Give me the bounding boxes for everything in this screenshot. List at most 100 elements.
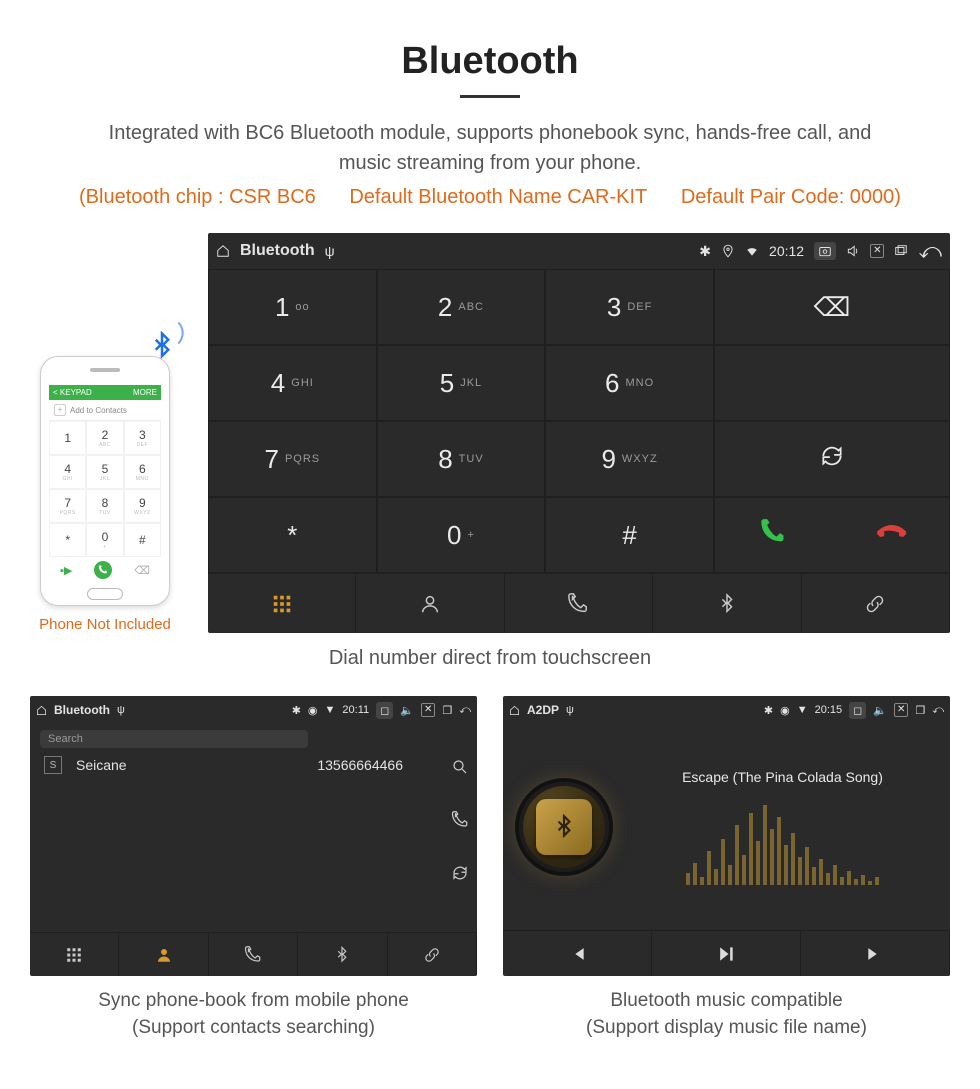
tab-keypad[interactable]: [30, 933, 119, 976]
recent-icon[interactable]: [894, 244, 908, 258]
back-icon[interactable]: ⤺: [918, 238, 942, 264]
volume-icon[interactable]: 🔈: [400, 704, 414, 717]
backspace-icon: ⌫: [134, 564, 150, 577]
contacts-caption-2: (Support contacts searching): [132, 1017, 375, 1038]
spec-name: Default Bluetooth Name CAR-KIT: [349, 186, 647, 208]
volume-icon[interactable]: [846, 244, 860, 258]
title-underline: [460, 95, 520, 98]
tab-pair[interactable]: [388, 933, 477, 976]
phone-key: 1: [49, 421, 86, 455]
album-bt-icon: [536, 799, 592, 855]
back-icon[interactable]: ⤺: [932, 704, 944, 717]
close-app-icon[interactable]: ✕: [870, 244, 884, 258]
tab-keypad[interactable]: [208, 574, 356, 633]
music-caption-1: Bluetooth music compatible: [610, 990, 842, 1011]
tab-recents[interactable]: [209, 933, 298, 976]
dialer-key[interactable]: 0+: [377, 497, 546, 573]
phone-caption: Phone Not Included: [30, 616, 180, 633]
phone-header-left: < KEYPAD: [53, 388, 92, 397]
status-title: Bluetooth: [240, 242, 315, 260]
tab-recents[interactable]: [505, 574, 653, 633]
video-call-icon: ▪▶: [60, 564, 72, 577]
dialer-key[interactable]: 2ABC: [377, 269, 546, 345]
recent-icon[interactable]: ❐: [915, 704, 925, 717]
home-icon[interactable]: [509, 705, 520, 716]
screenshot-icon[interactable]: [814, 242, 836, 260]
bluetooth-specs: (Bluetooth chip : CSR BC6 Default Blueto…: [30, 186, 950, 209]
track-title: Escape (The Pina Colada Song): [631, 769, 934, 785]
tab-contacts[interactable]: [356, 574, 504, 633]
dialer-key[interactable]: 9WXYZ: [545, 421, 714, 497]
back-icon[interactable]: ⤺: [459, 704, 471, 717]
contact-row[interactable]: S Seicane 13566664466: [30, 748, 477, 782]
close-app-icon[interactable]: ✕: [894, 703, 908, 717]
tab-bluetooth[interactable]: [653, 574, 801, 633]
bt-status-icon: ✱: [764, 704, 773, 717]
wifi-icon: ▼: [797, 704, 808, 716]
sync-icon[interactable]: [451, 864, 469, 887]
usb-icon: ψ: [325, 243, 335, 259]
screenshot-icon[interactable]: ◻: [849, 702, 866, 719]
volume-icon[interactable]: 🔈: [873, 704, 887, 717]
phone-header-right: MORE: [133, 388, 157, 397]
status-title: A2DP: [527, 703, 559, 717]
music-caption-2: (Support display music file name): [586, 1017, 867, 1038]
screenshot-icon[interactable]: ◻: [376, 702, 393, 719]
contacts-caption-1: Sync phone-book from mobile phone: [98, 990, 409, 1011]
search-input[interactable]: Search: [40, 730, 308, 748]
redial-icon[interactable]: [819, 443, 845, 476]
dialer-key[interactable]: 5JKL: [377, 345, 546, 421]
phone-key: 4GHI: [49, 455, 86, 489]
tab-bluetooth[interactable]: [298, 933, 387, 976]
usb-icon: ψ: [117, 704, 125, 716]
dialer-action-cell[interactable]: [714, 421, 950, 497]
call-button[interactable]: [715, 518, 832, 553]
status-time: 20:15: [815, 704, 843, 716]
page-title: Bluetooth: [30, 40, 950, 83]
usb-icon: ψ: [566, 704, 574, 716]
phone-key: 3DEF: [124, 421, 161, 455]
recent-icon[interactable]: ❐: [442, 704, 452, 717]
dialer-key[interactable]: 8TUV: [377, 421, 546, 497]
location-icon: ◉: [308, 704, 318, 717]
phone-key: *: [49, 523, 86, 557]
wifi-icon: ▼: [325, 704, 336, 716]
phone-key: 6MNO: [124, 455, 161, 489]
dialer-key[interactable]: #: [545, 497, 714, 573]
phone-key: 0+: [86, 523, 123, 557]
dialer-key[interactable]: 1oo: [208, 269, 377, 345]
dialer-panel: Bluetooth ψ ✱ 20:12 ✕ ⤺ 1oo2ABC3DEF⌫4GHI…: [208, 233, 950, 633]
wifi-icon: [745, 244, 759, 258]
album-art: [519, 782, 609, 872]
dialer-key[interactable]: 4GHI: [208, 345, 377, 421]
phone-key: 5JKL: [86, 455, 123, 489]
tab-contacts[interactable]: [119, 933, 208, 976]
home-icon[interactable]: [216, 244, 230, 258]
bt-status-icon: ✱: [292, 704, 301, 717]
phone-key: 7PQRS: [49, 489, 86, 523]
call-icon[interactable]: [451, 811, 469, 834]
end-call-button[interactable]: [832, 518, 949, 553]
dialer-key[interactable]: *: [208, 497, 377, 573]
dialer-key[interactable]: 7PQRS: [208, 421, 377, 497]
dialer-caption: Dial number direct from touchscreen: [30, 647, 950, 670]
phone-key: 2ABC: [86, 421, 123, 455]
dialer-key[interactable]: 3DEF: [545, 269, 714, 345]
phone-mockup: < KEYPAD MORE Add to Contacts 12ABC3DEF4…: [40, 356, 170, 606]
prev-button[interactable]: [503, 931, 652, 976]
dialer-key[interactable]: 6MNO: [545, 345, 714, 421]
dialer-action-cell[interactable]: ⌫: [714, 269, 950, 345]
dialer-action-cell[interactable]: [714, 497, 950, 573]
spec-chip: (Bluetooth chip : CSR BC6: [79, 186, 316, 208]
tab-pair[interactable]: [802, 574, 950, 633]
bt-status-icon: ✱: [699, 243, 711, 260]
play-pause-button[interactable]: [652, 931, 801, 976]
close-app-icon[interactable]: ✕: [421, 703, 435, 717]
next-button[interactable]: [801, 931, 950, 976]
search-icon[interactable]: [451, 758, 469, 781]
backspace-icon[interactable]: ⌫: [814, 292, 851, 323]
home-icon[interactable]: [36, 705, 47, 716]
music-panel: A2DP ψ ✱ ◉ ▼ 20:15 ◻ 🔈 ✕ ❐ ⤺: [503, 696, 950, 976]
location-icon: ◉: [780, 704, 790, 717]
contact-name: Seicane: [76, 757, 127, 773]
